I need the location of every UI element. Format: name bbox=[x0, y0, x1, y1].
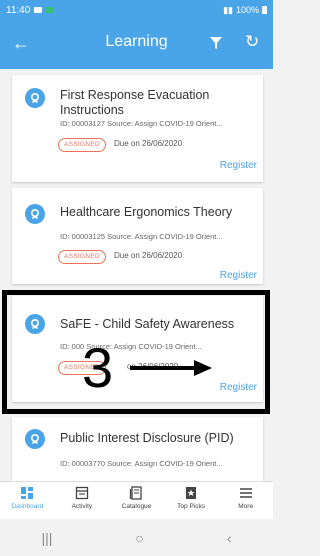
badge-award-icon bbox=[25, 88, 45, 108]
app-notification-icon bbox=[46, 7, 55, 13]
nav-label: Activity bbox=[71, 503, 93, 510]
highlight-box bbox=[2, 290, 270, 414]
learning-card[interactable]: Public Interest Disclosure (PID) ID: 000… bbox=[12, 417, 263, 481]
system-back-button[interactable]: ‹ bbox=[227, 530, 232, 546]
signal-icon: ▮▮ bbox=[223, 4, 233, 15]
activity-icon bbox=[75, 486, 89, 500]
register-button[interactable]: Register bbox=[220, 270, 257, 281]
badge-award-icon bbox=[25, 429, 45, 449]
nav-label: More bbox=[238, 503, 254, 510]
nav-more[interactable]: More bbox=[218, 482, 273, 520]
filter-icon[interactable] bbox=[210, 36, 222, 54]
due-date: Due on 26/06/2020 bbox=[114, 251, 183, 260]
bottom-navigation: Dashboard Activity Catalogue Top Picks M… bbox=[0, 481, 273, 520]
catalogue-icon bbox=[130, 486, 143, 500]
status-time: 11:40 bbox=[6, 4, 31, 16]
nav-dashboard[interactable]: Dashboard bbox=[0, 482, 55, 520]
badge-award-icon bbox=[25, 204, 45, 224]
nav-top-picks[interactable]: Top Picks bbox=[164, 482, 219, 520]
nav-label: Top Picks bbox=[177, 503, 205, 510]
battery-icon bbox=[262, 6, 267, 14]
due-date: Due on 26/06/2020 bbox=[114, 139, 183, 148]
nav-catalogue[interactable]: Catalogue bbox=[109, 482, 164, 520]
dashboard-icon bbox=[21, 487, 34, 499]
nav-label: Dashboard bbox=[11, 503, 44, 510]
refresh-icon[interactable]: ↻ bbox=[245, 33, 259, 51]
system-navigation-bar: ||| ○ ‹ bbox=[0, 519, 273, 556]
status-bar: 11:40 ▮▮ 100% bbox=[0, 0, 273, 20]
nav-label: Catalogue bbox=[121, 503, 152, 510]
learning-card[interactable]: Healthcare Ergonomics Theory ID: 0000312… bbox=[12, 188, 263, 284]
notification-icon bbox=[34, 7, 43, 13]
status-badge: ASSIGNED bbox=[58, 138, 106, 152]
app-bar: ← Learning ↻ bbox=[0, 20, 273, 69]
status-badge: ASSIGNED bbox=[58, 250, 106, 264]
course-meta: ID: 00003125 Source: Assign COVID-19 Ori… bbox=[60, 232, 223, 241]
top-picks-icon bbox=[186, 487, 197, 499]
course-meta: ID: 00003127 Source: Assign COVID-19 Ori… bbox=[60, 119, 223, 128]
step-number: 3 bbox=[82, 336, 114, 399]
page-title: Learning bbox=[105, 33, 168, 50]
arrow-right-icon bbox=[130, 360, 212, 376]
recents-button[interactable]: ||| bbox=[41, 530, 52, 546]
battery-level: 100% bbox=[235, 5, 259, 15]
register-button[interactable]: Register bbox=[220, 160, 257, 171]
course-title: First Response Evacuation Instructions bbox=[60, 88, 210, 117]
learning-list[interactable]: First Response Evacuation Instructions I… bbox=[0, 69, 273, 481]
course-title: Public Interest Disclosure (PID) bbox=[60, 431, 234, 445]
course-meta: ID: 00003770 Source: Assign COVID-19 Ori… bbox=[60, 459, 223, 468]
nav-activity[interactable]: Activity bbox=[55, 482, 110, 520]
menu-icon bbox=[239, 488, 252, 498]
learning-card[interactable]: First Response Evacuation Instructions I… bbox=[12, 75, 263, 182]
course-title: Healthcare Ergonomics Theory bbox=[60, 205, 233, 219]
home-button[interactable]: ○ bbox=[135, 530, 143, 546]
